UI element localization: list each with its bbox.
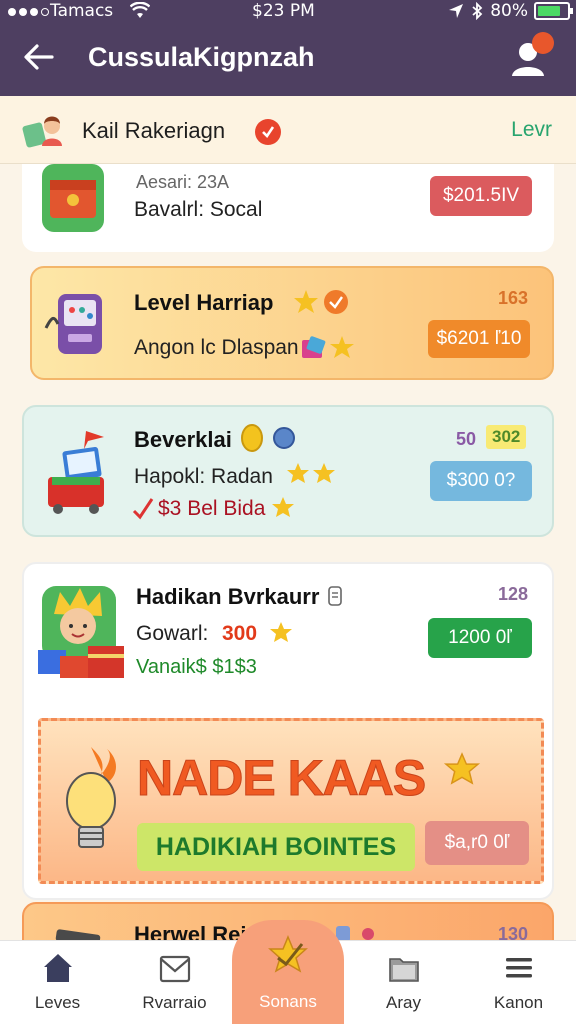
- location-icon: [449, 4, 464, 18]
- back-arrow-icon[interactable]: [22, 40, 56, 74]
- nav-item-home[interactable]: Leves: [0, 941, 115, 1024]
- nav-item-center[interactable]: Sonans: [232, 920, 344, 1024]
- list-item[interactable]: Beverklai 50 302 Hapokl: Radan $3 Bel Bi…: [22, 405, 554, 537]
- list-item[interactable]: Aesari: 23A Bavalrl: Socal $201.5IV: [22, 164, 554, 252]
- lightbulb-icon: [66, 747, 116, 848]
- badge-icon: [255, 119, 281, 145]
- item-meta: Aesari: 23A: [136, 172, 230, 192]
- item-count: 50: [456, 429, 477, 449]
- flag-box-icon: [48, 431, 104, 514]
- level-link[interactable]: Levr: [511, 118, 552, 142]
- star-icon: [443, 752, 481, 785]
- coin-globe-icon: [241, 424, 295, 452]
- section-title: Kail Rakeriagn: [82, 118, 226, 143]
- nav-label: Sonans: [259, 992, 317, 1011]
- item-description: Angon lc Dlaspan: [134, 336, 299, 359]
- list-item[interactable]: Level Harriap 163 Angon lc Dlaspan $6201…: [30, 266, 554, 380]
- item-count: 163: [497, 288, 528, 308]
- item-description: Bavalrl: Socal: [134, 198, 263, 221]
- menu-icon: [506, 958, 532, 978]
- stars-icon: [287, 463, 335, 483]
- folder-icon: [389, 958, 419, 982]
- star-icon: [270, 622, 292, 642]
- clock: $23 PM: [252, 1, 315, 21]
- nav-label: Leves: [34, 993, 81, 1012]
- battery-icon: [534, 2, 573, 20]
- home-icon: [44, 954, 72, 982]
- promo-price-button[interactable]: $a,r0 0ľ: [425, 821, 529, 865]
- notification-badge: [532, 32, 554, 54]
- nav-label: Aray: [386, 993, 421, 1012]
- treasure-chest-icon: [42, 164, 104, 232]
- item-sub-line: Vanaik$ $1$3: [136, 656, 257, 678]
- price-button[interactable]: $6201 ľ10: [428, 320, 530, 358]
- item-description: Hapokl: Radan: [134, 465, 273, 488]
- nav-item-messages[interactable]: Rvarraio: [117, 941, 232, 1024]
- page-title: CussulaKigpnzah: [88, 42, 315, 72]
- item-name: Level Harriap: [134, 290, 274, 315]
- crown-star-icon: [294, 290, 348, 314]
- nav-label: Rvarraio: [142, 993, 207, 1012]
- list-item[interactable]: Hadikan Bvrkaurr 128 Gowarl: 300 Vanaik$…: [22, 562, 554, 900]
- item-description-value: 300: [222, 622, 258, 645]
- section-header: Kail Rakeriagn Levr: [0, 96, 576, 164]
- price-button[interactable]: 1200 0ľ: [428, 618, 532, 658]
- mail-icon: [159, 955, 191, 983]
- top-bar: Tamacs $23 PM 80% CussulaKigpnzah: [0, 0, 576, 96]
- promo-subtitle: HADIKIAH BOINTES: [137, 823, 415, 871]
- character-icon: [38, 586, 124, 678]
- document-icon: [328, 586, 342, 606]
- signal-icon: [8, 8, 49, 16]
- item-tag: 302: [486, 425, 527, 449]
- nav-item-folder[interactable]: Aray: [346, 941, 461, 1024]
- avatar-icon: [22, 116, 62, 148]
- app-bar: CussulaKigpnzah: [0, 28, 576, 92]
- item-count: 128: [497, 584, 528, 604]
- arcade-machine-icon: [44, 294, 102, 354]
- status-bar: Tamacs $23 PM 80%: [0, 0, 576, 24]
- promo-title: NADE KAAS: [136, 750, 426, 807]
- star-icon: [272, 497, 294, 517]
- check-star-icon: [268, 935, 308, 973]
- promo-banner[interactable]: NADE KAAS HADIKIAH BOINTES $a,r0 0ľ: [38, 718, 544, 884]
- item-name: Hadikan Bvrkaurr: [136, 584, 320, 609]
- nav-item-menu[interactable]: Kanon: [461, 941, 576, 1024]
- item-name: Beverklai: [134, 427, 232, 452]
- gift-star-icon: [302, 336, 354, 358]
- nav-label: Kanon: [493, 993, 544, 1012]
- item-price-line: $3 Bel Bida: [158, 497, 266, 520]
- wifi-icon: [130, 2, 150, 18]
- bluetooth-icon: [472, 2, 483, 20]
- price-button[interactable]: $300 0?: [430, 461, 532, 501]
- item-description-label: Gowarl:: [136, 622, 209, 645]
- battery-percent: 80%: [490, 1, 528, 21]
- carrier-name: Tamacs: [50, 1, 114, 21]
- price-button[interactable]: $201.5IV: [430, 176, 532, 216]
- check-icon: [132, 498, 154, 520]
